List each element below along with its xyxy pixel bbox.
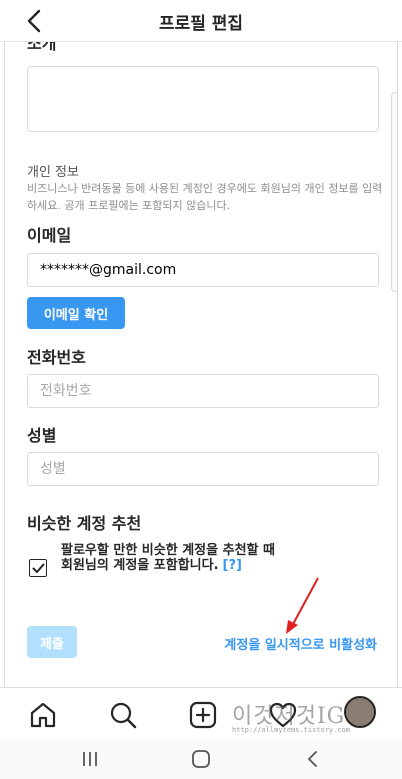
profile-avatar[interactable]	[344, 696, 376, 728]
phone-field[interactable]	[27, 374, 379, 408]
add-post-icon[interactable]	[188, 700, 218, 730]
similar-accounts-description: 팔로우할 만한 비슷한 계정을 추천할 때 회원님의 계정을 포함합니다.	[61, 543, 275, 573]
email-label: 이메일	[27, 226, 72, 245]
email-field[interactable]	[27, 253, 379, 287]
similar-accounts-checkbox[interactable]	[29, 559, 47, 577]
scroll-indicator[interactable]	[391, 92, 397, 292]
personal-info-description: 비즈니스나 반려동물 등에 사용된 계정인 경우에도 회원님의 개인 정보를 입…	[27, 182, 383, 212]
system-back-icon[interactable]	[304, 749, 322, 769]
verify-email-button[interactable]: 이메일 확인	[27, 297, 125, 329]
similar-accounts-title: 비슷한 계정 추천	[27, 514, 142, 533]
bottom-navigation: 이것저것IG http://allmytems.tistory.com	[0, 687, 402, 739]
home-button-icon[interactable]	[190, 749, 212, 769]
bio-label: 소개	[27, 42, 57, 53]
personal-info-title: 개인 정보	[27, 165, 79, 180]
similar-accounts-text: 팔로우할 만한 비슷한 계정을 추천할 때 회원님의 계정을 포함합니다. [?]	[61, 543, 283, 573]
phone-label: 전화번호	[27, 348, 86, 367]
home-icon[interactable]	[28, 700, 58, 730]
watermark-url: http://allmytems.tistory.com	[232, 726, 351, 734]
system-navigation-bar	[0, 739, 402, 779]
edit-profile-form: 소개 개인 정보 비즈니스나 반려동물 등에 사용된 계정인 경우에도 회원님의…	[4, 42, 398, 687]
help-link[interactable]: [?]	[223, 558, 242, 573]
app-header: 프로필 편집	[0, 0, 402, 42]
deactivate-account-link[interactable]: 계정을 일시적으로 비활성화	[224, 634, 377, 653]
bio-textarea[interactable]	[27, 66, 379, 132]
search-icon[interactable]	[108, 700, 138, 730]
gender-label: 성별	[27, 426, 57, 445]
gender-field[interactable]	[27, 452, 379, 486]
checkmark-icon	[32, 563, 45, 573]
recent-apps-icon[interactable]	[80, 749, 100, 769]
submit-button[interactable]: 제출	[27, 626, 77, 658]
page-title: 프로필 편집	[158, 14, 244, 34]
